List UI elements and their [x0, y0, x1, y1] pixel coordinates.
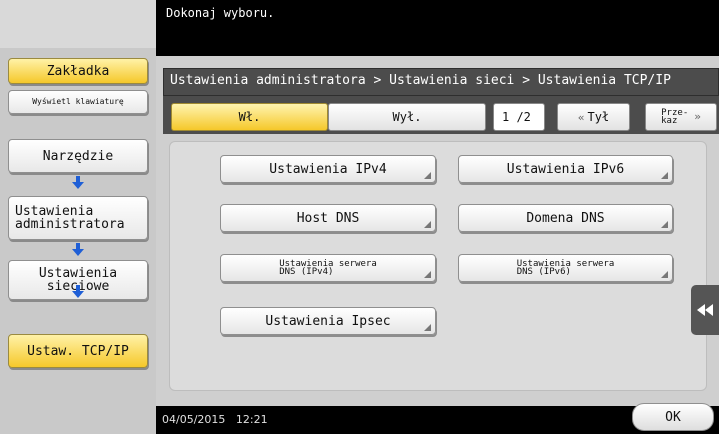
settings-label: Ustawienia serwera DNS (IPv6) — [516, 260, 615, 277]
double-left-arrow-icon: « — [577, 110, 585, 124]
double-left-chevron-icon — [697, 304, 713, 316]
page-indicator-text: 1 /2 — [502, 110, 531, 124]
corner-mark-icon — [661, 221, 668, 228]
corner-mark-icon — [424, 221, 431, 228]
off-button[interactable]: Wył. — [328, 103, 486, 131]
show-keyboard-button[interactable]: Wyświetl klawiaturę — [8, 90, 148, 114]
corner-mark-icon — [661, 271, 668, 278]
prompt-text: Dokonaj wyboru. — [166, 6, 275, 20]
path-item-tool[interactable]: Narzędzie — [8, 139, 148, 173]
settings-label: Ustawienia serwera DNS (IPv4) — [279, 260, 377, 277]
settings-label-line2: DNS (IPv6) — [516, 267, 571, 277]
page-indicator: 1 /2 — [493, 103, 545, 131]
left-top-strip — [0, 0, 156, 48]
datetime: 04/05/2015 12:21 — [162, 413, 268, 426]
double-right-arrow-icon: » — [694, 110, 701, 123]
ipv6-settings-button[interactable]: Ustawienia IPv6 — [458, 155, 673, 183]
next-label-line2: kaz — [661, 116, 678, 126]
path-item-label: Ustawienia administratora — [15, 204, 125, 232]
on-label: Wł. — [238, 110, 261, 124]
corner-mark-icon — [424, 271, 431, 278]
breadcrumb: Ustawienia administratora > Ustawienia s… — [170, 73, 671, 88]
ok-button[interactable]: OK — [632, 403, 714, 431]
collapse-tab[interactable] — [691, 285, 719, 335]
dns-domain-button[interactable]: Domena DNS — [458, 204, 673, 232]
dns-host-button[interactable]: Host DNS — [220, 204, 436, 232]
corner-mark-icon — [424, 324, 431, 331]
off-label: Wył. — [392, 110, 422, 124]
back-label: Tył — [587, 110, 610, 124]
ipv4-settings-button[interactable]: Ustawienia IPv4 — [220, 155, 436, 183]
bookmark-label: Zakładka — [46, 63, 110, 79]
settings-label: Ustawienia IPv4 — [269, 161, 387, 177]
settings-label: Domena DNS — [526, 210, 605, 226]
on-button[interactable]: Wł. — [171, 103, 328, 131]
corner-mark-icon — [424, 172, 431, 179]
arrow-down-icon — [72, 176, 84, 189]
ipsec-settings-button[interactable]: Ustawienia Ipsec — [220, 307, 436, 335]
path-item-label: Narzędzie — [42, 148, 114, 164]
show-keyboard-label: Wyświetl klawiaturę — [32, 97, 124, 106]
ok-label: OK — [665, 409, 681, 425]
settings-label: Ustawienia Ipsec — [265, 313, 391, 329]
path-item-admin-settings[interactable]: Ustawienia administratora — [8, 196, 148, 240]
bookmark-button[interactable]: Zakładka — [8, 58, 148, 84]
next-label: Prze- kaz — [661, 109, 688, 126]
corner-mark-icon — [661, 172, 668, 179]
path-item-tcpip[interactable]: Ustaw. TCP/IP — [8, 334, 148, 368]
back-button[interactable]: « Tył — [557, 103, 630, 131]
settings-label-line2: DNS (IPv4) — [279, 267, 334, 277]
path-item-label: Ustaw. TCP/IP — [27, 343, 129, 359]
settings-label: Host DNS — [296, 210, 360, 226]
arrow-down-icon — [72, 285, 84, 298]
dns-server-ipv4-button[interactable]: Ustawienia serwera DNS (IPv4) — [220, 254, 436, 282]
settings-label: Ustawienia IPv6 — [506, 161, 625, 177]
next-button[interactable]: Prze- kaz » — [645, 103, 717, 131]
arrow-down-icon — [72, 243, 84, 256]
dns-server-ipv6-button[interactable]: Ustawienia serwera DNS (IPv6) — [458, 254, 673, 282]
